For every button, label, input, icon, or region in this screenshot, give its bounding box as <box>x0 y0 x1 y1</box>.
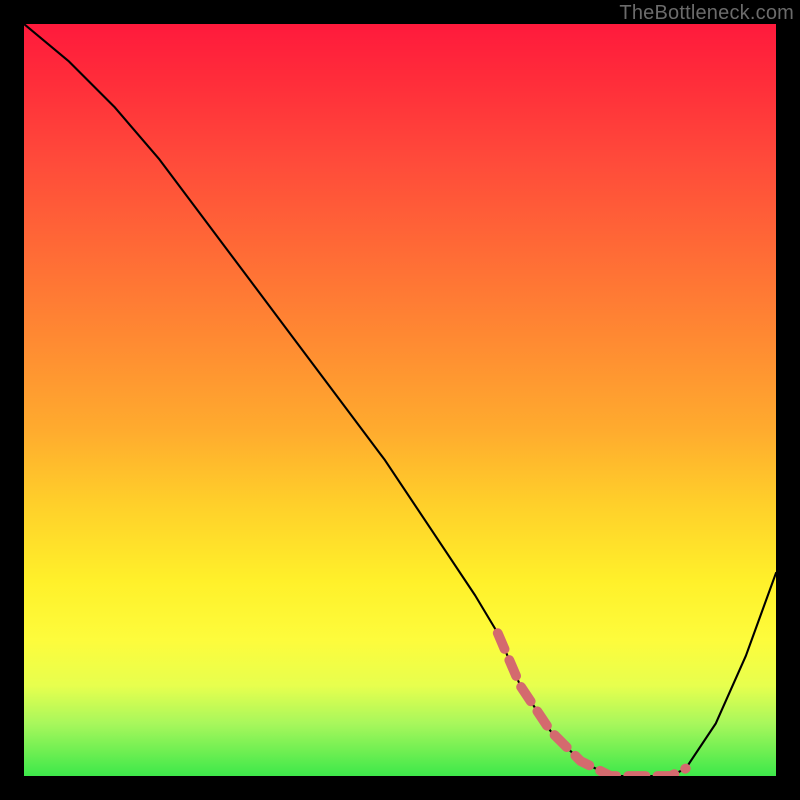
chart-stage: TheBottleneck.com <box>0 0 800 800</box>
plot-area <box>24 24 776 776</box>
highlight-path <box>498 633 686 776</box>
watermark-text: TheBottleneck.com <box>619 2 794 25</box>
curve-path <box>24 24 776 776</box>
chart-svg <box>24 24 776 776</box>
